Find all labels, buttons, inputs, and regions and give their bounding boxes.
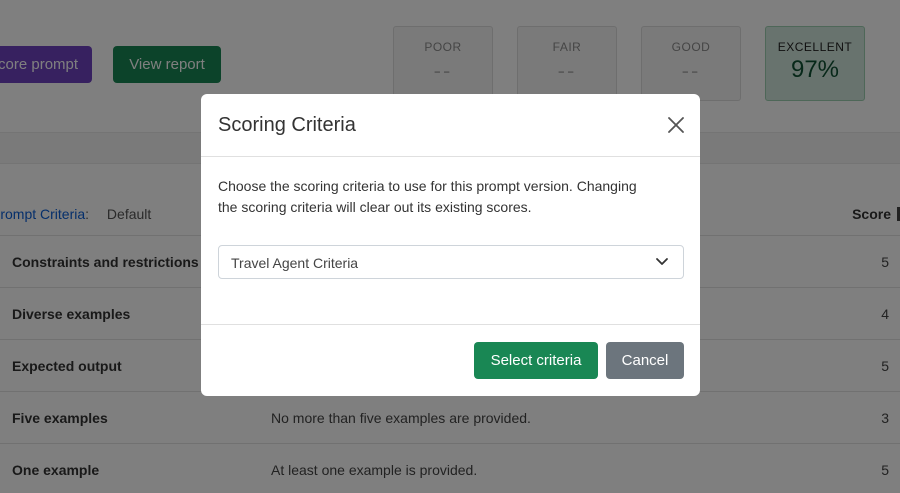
criteria-select[interactable]: Travel Agent Criteria xyxy=(218,245,684,279)
modal-description-line-1: Choose the scoring criteria to use for t… xyxy=(218,178,637,194)
select-criteria-button[interactable]: Select criteria xyxy=(474,342,598,379)
scoring-criteria-modal: Scoring Criteria Choose the scoring crit… xyxy=(201,94,700,396)
modal-description-line-2: the scoring criteria will clear out its … xyxy=(218,199,532,215)
cancel-button[interactable]: Cancel xyxy=(606,342,684,379)
close-icon xyxy=(668,117,684,133)
criteria-select-value: Travel Agent Criteria xyxy=(231,255,359,271)
chevron-down-icon xyxy=(656,258,668,265)
modal-title: Scoring Criteria xyxy=(218,114,356,136)
close-button[interactable] xyxy=(666,115,686,135)
modal-footer: Select criteria Cancel xyxy=(201,325,700,395)
modal-header: Scoring Criteria xyxy=(201,94,700,157)
modal-body: Choose the scoring criteria to use for t… xyxy=(201,157,700,325)
modal-description: Choose the scoring criteria to use for t… xyxy=(218,176,683,218)
